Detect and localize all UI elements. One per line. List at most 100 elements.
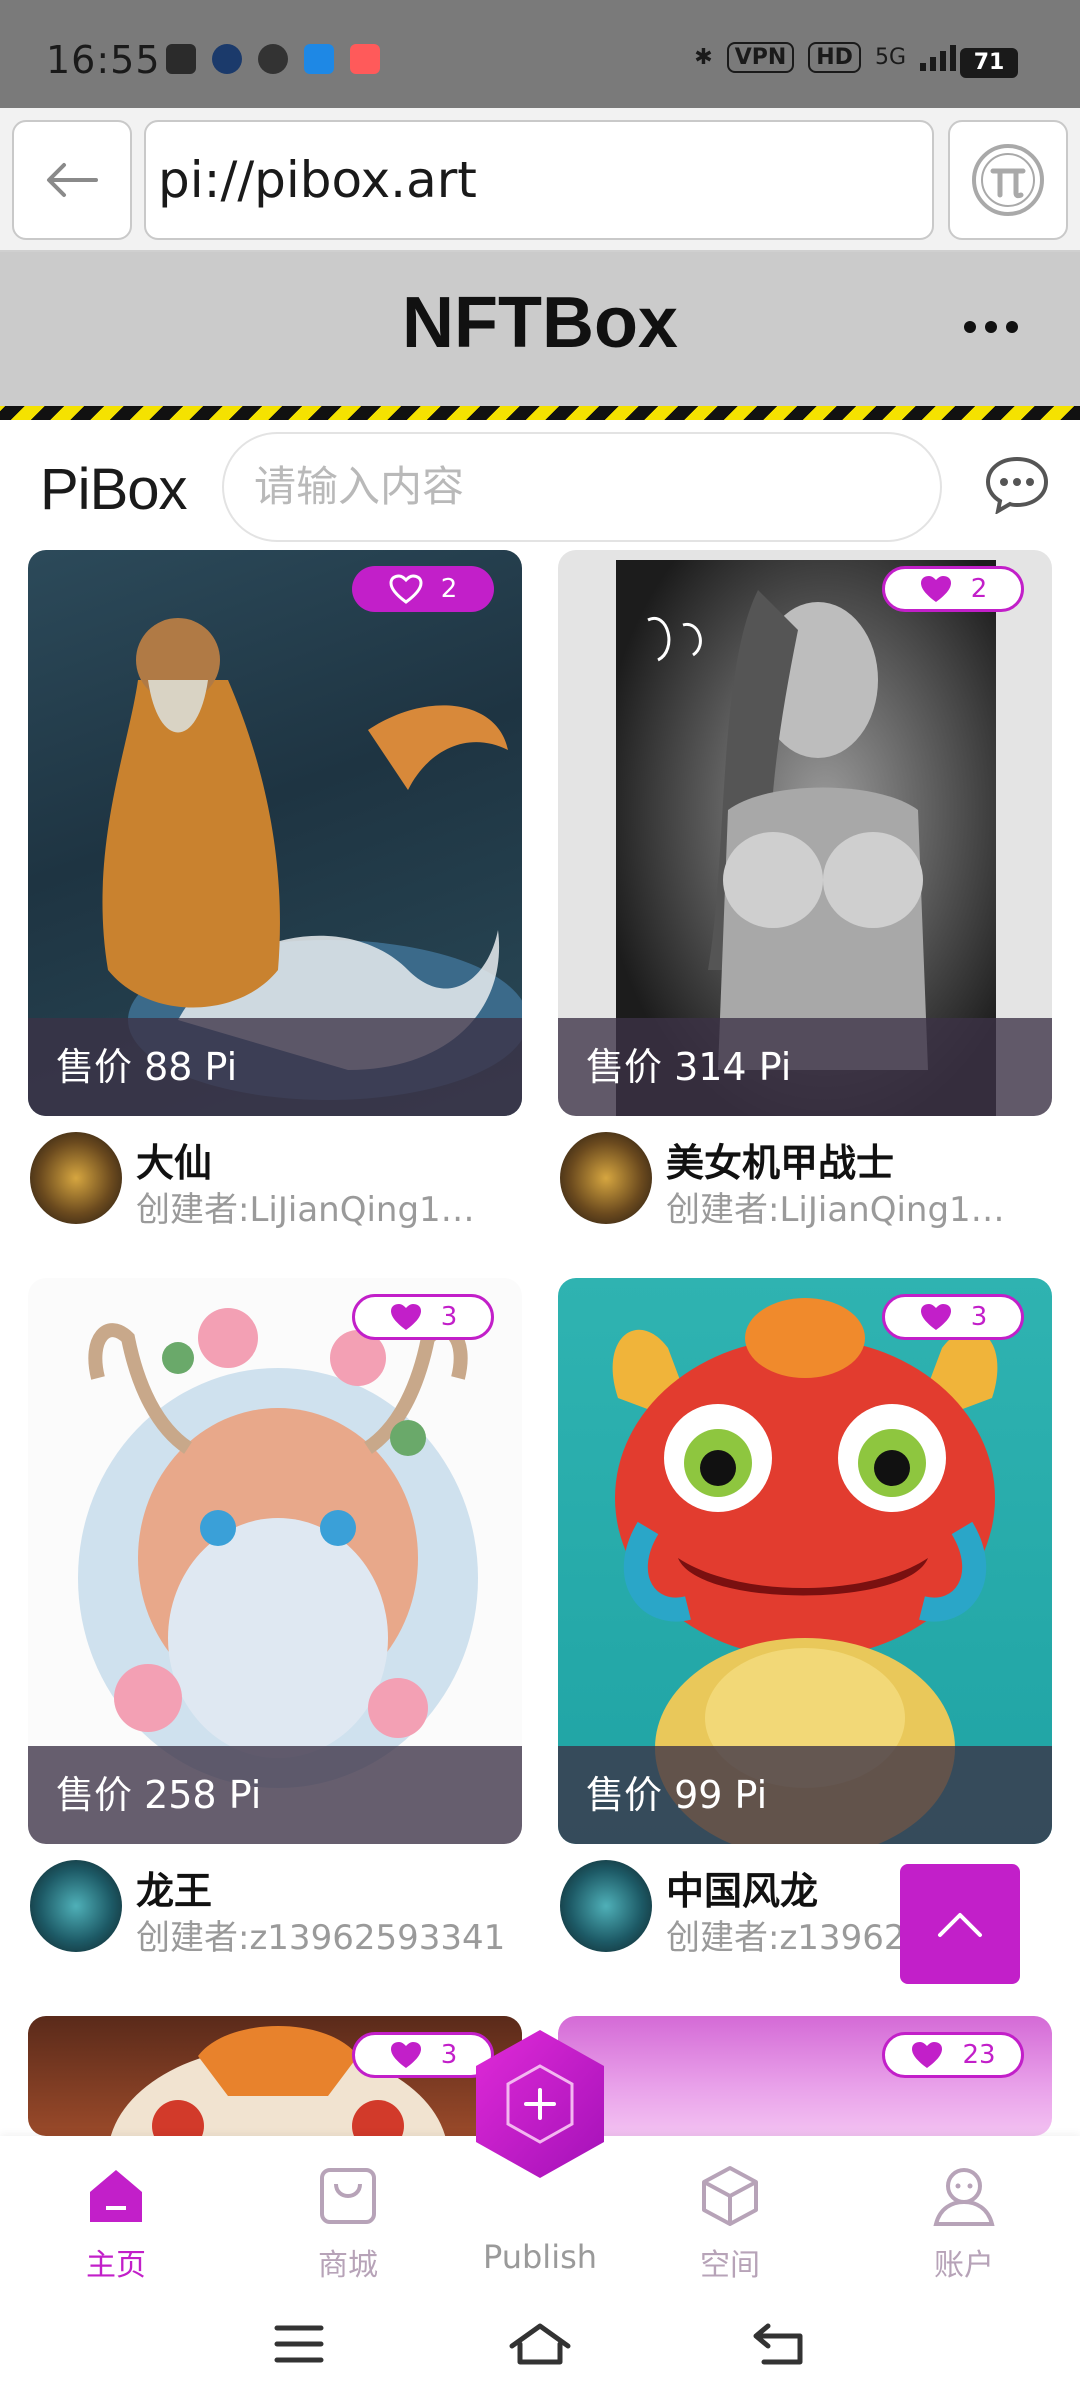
card-info: 龙王 创建者:z13962593341 <box>28 1844 522 1958</box>
price-label: 售价 88 Pi <box>28 1018 522 1116</box>
status-app-icons <box>166 44 380 74</box>
pi-icon <box>972 144 1044 216</box>
price-label: 售价 99 Pi <box>558 1746 1052 1844</box>
nft-image[interactable]: 3 售价 99 Pi <box>558 1278 1052 1844</box>
price-label: 售价 314 Pi <box>558 1018 1052 1116</box>
like-badge[interactable]: 2 <box>882 566 1024 612</box>
url-field[interactable]: pi://pibox.art <box>144 120 934 240</box>
nav-home-label: 主页 <box>86 2248 146 2283</box>
heart-filled-icon <box>920 1304 951 1330</box>
creator-avatar[interactable] <box>30 1132 122 1224</box>
dot-icon <box>964 321 976 333</box>
nft-title: 龙王 <box>136 1869 213 1913</box>
creator-name: 创建者:LiJianQing1… <box>666 1190 1005 1230</box>
hazard-stripe-divider <box>0 406 1080 420</box>
creator-avatar[interactable] <box>30 1860 122 1952</box>
status-indicators: ✱ VPN HD 5G <box>694 42 960 73</box>
publish-label[interactable]: Publish <box>470 2238 610 2276</box>
creator-name: 创建者:LiJianQing1… <box>136 1190 475 1230</box>
nft-image[interactable]: 2 售价 314 Pi <box>558 550 1052 1116</box>
nft-card[interactable]: 2 售价 88 Pi 大仙 创建者:LiJianQing1… <box>28 550 522 1230</box>
link-icon <box>258 44 288 74</box>
dot-icon <box>1006 321 1018 333</box>
nft-card[interactable]: 23 <box>558 2016 1052 2136</box>
page-title: NFTBox <box>402 283 678 363</box>
status-time: 16:55 <box>46 38 161 82</box>
hd-badge: HD <box>808 42 861 73</box>
scroll-to-top-button[interactable] <box>900 1864 1020 1984</box>
heart-filled-icon <box>390 1304 421 1330</box>
app-icon <box>350 44 380 74</box>
like-badge[interactable]: 3 <box>882 1294 1024 1340</box>
nav-shop[interactable]: 商城 <box>278 2164 418 2284</box>
nav-account[interactable]: 账户 <box>894 2164 1034 2284</box>
brand-logo: PiBox <box>40 457 188 522</box>
heart-filled-icon <box>920 576 951 602</box>
back-button[interactable] <box>12 120 132 240</box>
nft-title: 大仙 <box>136 1141 213 1185</box>
nav-space[interactable]: 空间 <box>660 2164 800 2284</box>
app-header: NFTBox <box>0 252 1080 406</box>
creator-name: 创建者:z13962 <box>666 1918 906 1958</box>
like-count: 2 <box>440 574 458 604</box>
pi-browser-button[interactable] <box>948 120 1068 240</box>
nft-image[interactable]: 2 售价 88 Pi <box>28 550 522 1116</box>
nft-image[interactable]: 3 售价 258 Pi <box>28 1278 522 1844</box>
status-bar: 16:55 ✱ VPN HD 5G 71 <box>0 0 1080 108</box>
nft-card[interactable]: 2 售价 314 Pi 美女机甲战士 创建者:LiJianQing1… <box>558 550 1052 1230</box>
chat-bubble-icon <box>985 456 1049 515</box>
nav-shop-label: 商城 <box>318 2248 378 2283</box>
camera-icon <box>212 44 242 74</box>
like-count: 3 <box>970 1302 988 1332</box>
nft-title: 中国风龙 <box>666 1869 819 1913</box>
app-icon <box>304 44 334 74</box>
home-icon[interactable] <box>508 2322 572 2366</box>
publish-button[interactable] <box>468 2024 612 2184</box>
battery-indicator: 71 <box>960 48 1018 78</box>
nft-image[interactable]: 23 <box>558 2016 1052 2136</box>
like-badge[interactable]: 3 <box>352 1294 494 1340</box>
bluetooth-icon: ✱ <box>694 45 713 70</box>
creator-name: 创建者:z13962593341 <box>136 1918 506 1958</box>
cube-icon <box>702 2166 758 2226</box>
nft-card[interactable]: 3 <box>28 2016 522 2136</box>
user-icon <box>933 2168 995 2226</box>
vpn-badge: VPN <box>726 42 795 73</box>
like-count: 23 <box>962 2040 996 2070</box>
nav-space-label: 空间 <box>700 2248 760 2283</box>
dot-icon <box>985 321 997 333</box>
search-row: PiBox 请输入内容 <box>0 420 1080 550</box>
arrow-left-icon <box>47 163 98 197</box>
price-label: 售价 258 Pi <box>28 1746 522 1844</box>
heart-outline-icon <box>389 574 423 604</box>
nft-title: 美女机甲战士 <box>666 1141 895 1185</box>
chat-button[interactable] <box>984 454 1050 515</box>
heart-filled-icon <box>390 2042 421 2068</box>
heart-filled-icon <box>912 2042 943 2068</box>
like-count: 2 <box>970 574 988 604</box>
hexagon-plus-icon <box>476 2030 604 2178</box>
shopping-bag-icon <box>320 2168 376 2224</box>
more-options-button[interactable] <box>964 314 1024 340</box>
creator-avatar[interactable] <box>560 1132 652 1224</box>
signal-icon <box>920 44 956 71</box>
nav-account-label: 账户 <box>934 2248 994 2283</box>
signal-label: 5G <box>874 45 906 70</box>
nft-image[interactable]: 3 <box>28 2016 522 2136</box>
like-count: 3 <box>440 1302 458 1332</box>
browser-bar: pi://pibox.art <box>0 108 1080 252</box>
creator-avatar[interactable] <box>560 1860 652 1952</box>
like-badge[interactable]: 23 <box>882 2032 1024 2078</box>
nft-card[interactable]: 3 售价 99 Pi 中国风龙 创建者:z13962 <box>558 1278 1052 1958</box>
card-info: 美女机甲战士 创建者:LiJianQing1… <box>558 1116 1052 1230</box>
nav-home[interactable]: 主页 <box>46 2164 186 2284</box>
card-info: 大仙 创建者:LiJianQing1… <box>28 1116 522 1230</box>
like-count: 3 <box>440 2040 458 2070</box>
search-input[interactable]: 请输入内容 <box>222 432 942 542</box>
system-nav-bar <box>0 2284 1080 2408</box>
menu-icon[interactable] <box>274 2324 324 2364</box>
back-icon[interactable] <box>752 2322 806 2366</box>
like-badge[interactable]: 2 <box>352 566 494 612</box>
home-icon <box>90 2170 142 2222</box>
nft-card[interactable]: 3 售价 258 Pi 龙王 创建者:z13962593341 <box>28 1278 522 1958</box>
